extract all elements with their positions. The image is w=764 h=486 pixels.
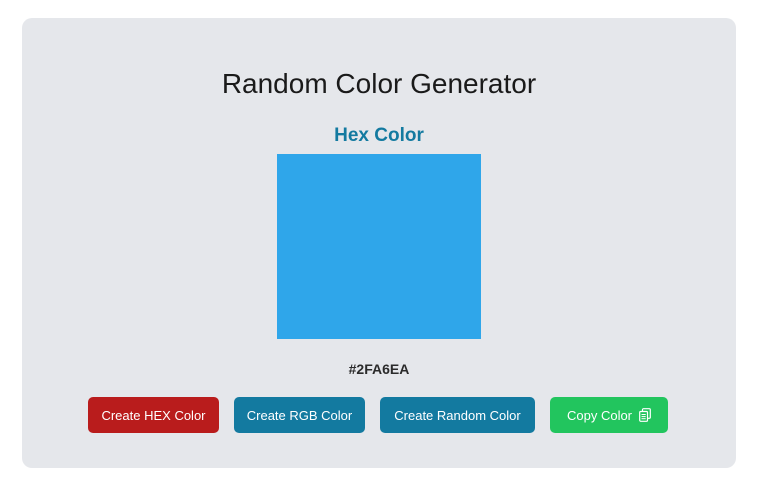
create-hex-color-button[interactable]: Create HEX Color [88,397,219,433]
copy-color-label: Copy Color [566,407,633,423]
copy-icon [639,408,651,422]
create-random-color-label: Create Random Color [394,407,521,423]
create-random-color-button[interactable]: Create Random Color [380,397,535,433]
color-swatch [277,154,481,339]
generator-card: Random Color Generator Hex Color #2FA6EA… [22,18,736,468]
copy-color-button[interactable]: Copy Color [550,397,668,433]
create-hex-color-label: Create HEX Color [101,407,206,423]
page-title: Random Color Generator [221,68,537,99]
color-value-label: #2FA6EA [348,361,410,377]
color-mode-subtitle: Hex Color [334,125,424,146]
create-rgb-color-button[interactable]: Create RGB Color [234,397,365,433]
create-rgb-color-label: Create RGB Color [246,407,353,423]
